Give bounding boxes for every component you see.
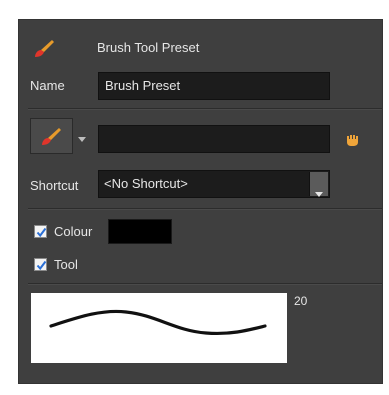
tool-label: Tool <box>54 257 78 272</box>
separator <box>28 208 382 209</box>
tool-checkbox[interactable] <box>34 258 47 271</box>
colour-swatch[interactable] <box>108 219 172 244</box>
name-label: Name <box>30 78 65 93</box>
dialog-title: Brush Tool Preset <box>97 40 200 55</box>
shortcut-value: <No Shortcut> <box>104 176 188 191</box>
chevron-down-icon <box>314 181 324 197</box>
brush-icon <box>32 37 56 59</box>
shortcut-dropdown-button[interactable] <box>309 172 328 197</box>
tool-button[interactable] <box>30 118 73 154</box>
brush-stroke-preview <box>31 293 287 363</box>
colour-label: Colour <box>54 224 93 239</box>
brush-size-value: 20 <box>294 294 308 308</box>
colour-checkbox[interactable] <box>34 225 47 238</box>
shortcut-label: Shortcut <box>30 178 79 193</box>
hand-icon[interactable] <box>345 133 361 147</box>
separator <box>28 108 382 109</box>
preset-field[interactable] <box>98 125 330 153</box>
triangle-down-icon[interactable] <box>77 131 87 142</box>
shortcut-select[interactable]: <No Shortcut> <box>98 170 330 198</box>
brush-preset-dialog: Brush Tool Preset Name Brush Preset Shor… <box>18 19 383 384</box>
name-field[interactable]: Brush Preset <box>98 72 330 100</box>
brush-icon <box>39 125 63 147</box>
separator <box>28 283 382 284</box>
stroke-preview-graphic <box>49 309 267 336</box>
